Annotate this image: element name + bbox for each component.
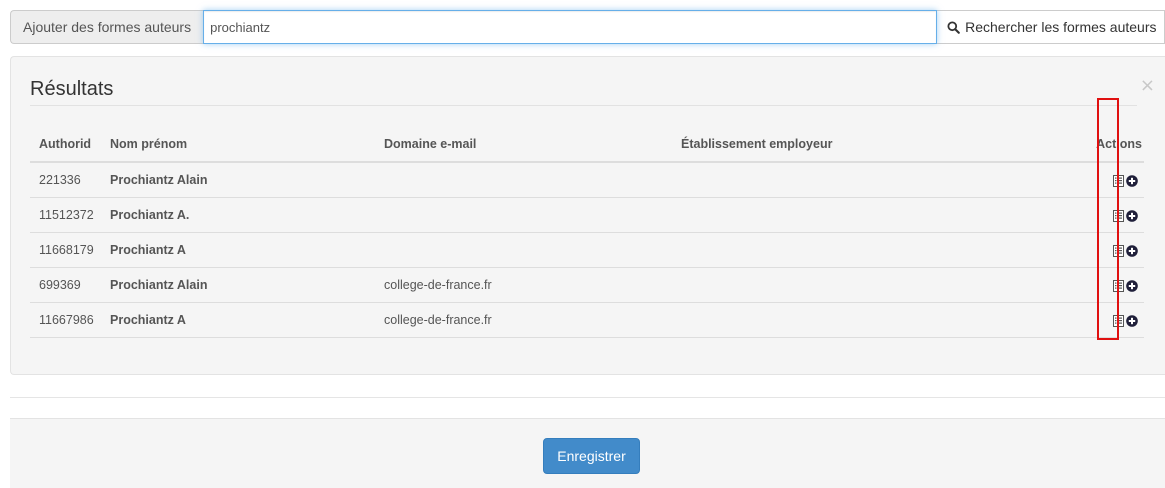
cell-email-domain: college-de-france.fr <box>375 267 672 303</box>
plus-circle-icon[interactable] <box>1126 279 1138 292</box>
cell-name: Prochiantz A. <box>101 197 375 233</box>
cell-authorid: 11512372 <box>30 197 101 233</box>
column-header-authorid: Authorid <box>30 127 101 163</box>
list-details-icon[interactable] <box>1113 174 1124 187</box>
results-panel: Résultats × Authorid Nom prénom Domaine … <box>10 56 1165 375</box>
cell-name: Prochiantz Alain <box>101 267 375 303</box>
add-author-forms-label: Ajouter des formes auteurs <box>10 10 204 44</box>
cell-email-domain <box>375 162 672 198</box>
list-details-icon[interactable] <box>1113 209 1124 222</box>
cell-actions <box>1064 267 1144 303</box>
list-details-icon[interactable] <box>1113 314 1124 327</box>
results-title: Résultats <box>30 78 114 100</box>
cell-email-domain <box>375 197 672 233</box>
cell-actions <box>1064 302 1144 338</box>
save-button[interactable]: Enregistrer <box>543 438 640 474</box>
cell-institution <box>672 232 1064 268</box>
search-button-label: Rechercher les formes auteurs <box>965 19 1157 35</box>
column-header-actions: Actions <box>1064 127 1144 163</box>
cell-institution <box>672 197 1064 233</box>
cell-actions <box>1064 232 1144 268</box>
cell-institution <box>672 267 1064 303</box>
cell-authorid: 699369 <box>30 267 101 303</box>
close-icon[interactable]: × <box>1140 77 1155 95</box>
search-icon <box>947 20 960 34</box>
cell-name: Prochiantz A <box>101 232 375 268</box>
column-header-institution: Établissement employeur <box>672 127 1064 163</box>
table-header-row: Authorid Nom prénom Domaine e-mail Établ… <box>30 127 1144 163</box>
results-table: Authorid Nom prénom Domaine e-mail Établ… <box>30 127 1144 338</box>
cell-actions <box>1064 162 1144 198</box>
list-details-icon[interactable] <box>1113 244 1124 257</box>
list-details-icon[interactable] <box>1113 279 1124 292</box>
title-divider <box>30 105 1137 106</box>
plus-circle-icon[interactable] <box>1126 174 1138 187</box>
results-body: 221336 Prochiantz Alain 11512372 Prochia… <box>30 162 1144 338</box>
author-search-bar: Ajouter des formes auteurs Rechercher le… <box>10 10 1165 44</box>
row-actions <box>1113 244 1138 257</box>
cell-institution <box>672 302 1064 338</box>
table-row: 11667986 Prochiantz A college-de-france.… <box>30 302 1144 338</box>
cell-email-domain: college-de-france.fr <box>375 302 672 338</box>
plus-circle-icon[interactable] <box>1126 209 1138 222</box>
search-author-forms-button[interactable]: Rechercher les formes auteurs <box>937 10 1165 44</box>
table-row: 221336 Prochiantz Alain <box>30 162 1144 198</box>
plus-circle-icon[interactable] <box>1126 244 1138 257</box>
cell-authorid: 221336 <box>30 162 101 198</box>
column-header-email-domain: Domaine e-mail <box>375 127 672 163</box>
form-footer: Enregistrer <box>10 418 1165 488</box>
cell-institution <box>672 162 1064 198</box>
cell-name: Prochiantz Alain <box>101 162 375 198</box>
table-row: 11512372 Prochiantz A. <box>30 197 1144 233</box>
row-actions <box>1113 174 1138 187</box>
cell-name: Prochiantz A <box>101 302 375 338</box>
column-header-name: Nom prénom <box>101 127 375 163</box>
cell-actions <box>1064 197 1144 233</box>
cell-email-domain <box>375 232 672 268</box>
table-row: 699369 Prochiantz Alain college-de-franc… <box>30 267 1144 303</box>
row-actions <box>1113 209 1138 222</box>
row-actions <box>1113 279 1138 292</box>
table-row: 11668179 Prochiantz A <box>30 232 1144 268</box>
plus-circle-icon[interactable] <box>1126 314 1138 327</box>
cell-authorid: 11667986 <box>30 302 101 338</box>
cell-authorid: 11668179 <box>30 232 101 268</box>
section-divider <box>10 397 1165 398</box>
author-search-input[interactable] <box>203 10 938 44</box>
row-actions <box>1113 314 1138 327</box>
